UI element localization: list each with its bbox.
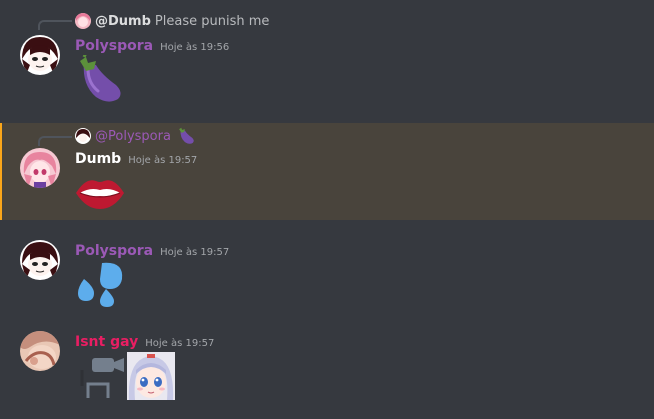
author-name[interactable]: Dumb	[75, 151, 121, 167]
reply-author[interactable]: @Polyspora	[95, 129, 171, 144]
message-2: @Polyspora Dumb Hoje às 19:57	[0, 123, 654, 220]
timestamp: Hoje às 19:57	[128, 155, 198, 166]
eggplant-icon	[177, 127, 195, 145]
author-name[interactable]: Isnt gay	[75, 334, 138, 350]
reply-connector	[38, 20, 72, 30]
message-4: Isnt gay Hoje às 19:57	[0, 318, 654, 419]
reply-preview[interactable]: @Polyspora	[75, 127, 195, 145]
video-camera-icon[interactable]	[80, 356, 126, 402]
lips-icon	[74, 175, 126, 211]
reply-author[interactable]: @Dumb	[95, 14, 151, 29]
reply-text[interactable]: Please punish me	[155, 14, 269, 29]
author-name[interactable]: Polyspora	[75, 38, 153, 54]
avatar[interactable]	[20, 148, 60, 188]
anime-girl-image[interactable]	[127, 352, 175, 400]
sweat-droplets-icon	[74, 261, 126, 309]
reply-connector	[38, 136, 72, 146]
timestamp: Hoje às 19:56	[160, 42, 230, 53]
avatar[interactable]	[20, 240, 60, 280]
reply-preview[interactable]: @Dumb Please punish me	[75, 12, 269, 30]
reply-avatar	[75, 128, 91, 144]
reply-avatar	[75, 13, 91, 29]
avatar[interactable]	[20, 331, 60, 371]
author-name[interactable]: Polyspora	[75, 243, 153, 259]
eggplant-icon	[74, 55, 124, 105]
avatar[interactable]	[20, 35, 60, 75]
message-1: @Dumb Please punish me Polyspora Hoje às…	[0, 8, 654, 118]
message-3: Polyspora Hoje às 19:57	[0, 228, 654, 313]
timestamp: Hoje às 19:57	[145, 338, 215, 349]
timestamp: Hoje às 19:57	[160, 247, 230, 258]
